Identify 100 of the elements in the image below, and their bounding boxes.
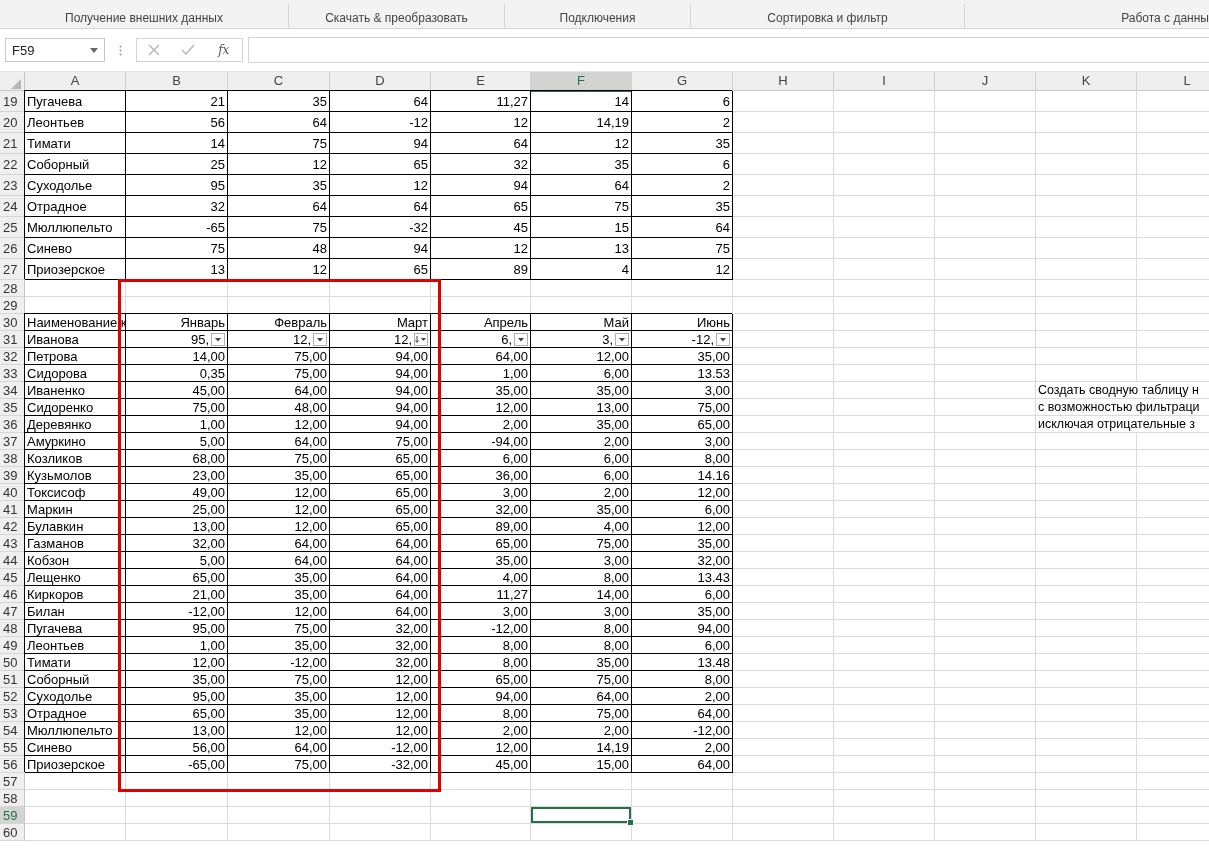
row-number[interactable]: 24 — [0, 196, 25, 217]
row-number[interactable]: 51 — [0, 671, 25, 688]
row-number[interactable]: 47 — [0, 603, 25, 620]
empty-cell[interactable] — [431, 824, 531, 841]
empty-cell[interactable] — [126, 280, 228, 297]
empty-cell[interactable] — [834, 217, 935, 238]
row-number[interactable]: 38 — [0, 450, 25, 467]
empty-cell[interactable] — [1036, 824, 1137, 841]
empty-cell[interactable] — [1036, 297, 1137, 314]
empty-cell[interactable] — [1036, 175, 1137, 196]
empty-cell[interactable] — [834, 196, 935, 217]
empty-cell[interactable] — [228, 824, 330, 841]
empty-cell[interactable] — [431, 807, 531, 824]
row-number[interactable]: 37 — [0, 433, 25, 450]
empty-cell[interactable] — [834, 671, 935, 688]
empty-cell[interactable] — [834, 586, 935, 603]
empty-cell[interactable] — [1036, 314, 1137, 331]
empty-cell[interactable] — [834, 807, 935, 824]
empty-cell[interactable] — [1036, 331, 1137, 348]
empty-cell[interactable] — [1036, 467, 1137, 484]
empty-cell[interactable] — [935, 433, 1036, 450]
empty-cell[interactable] — [733, 433, 834, 450]
empty-cell[interactable] — [935, 217, 1036, 238]
empty-cell[interactable] — [935, 399, 1036, 416]
empty-cell[interactable] — [834, 238, 935, 259]
empty-cell[interactable] — [834, 382, 935, 399]
empty-cell[interactable] — [935, 501, 1036, 518]
row-number[interactable]: 57 — [0, 773, 25, 790]
empty-cell[interactable] — [834, 552, 935, 569]
formula-input[interactable] — [248, 37, 1209, 63]
empty-cell[interactable] — [1036, 654, 1137, 671]
empty-cell[interactable] — [1036, 603, 1137, 620]
empty-cell[interactable] — [632, 824, 733, 841]
empty-cell[interactable] — [733, 756, 834, 773]
empty-cell[interactable] — [935, 154, 1036, 175]
select-all-icon[interactable] — [11, 79, 21, 89]
row-number[interactable]: 31 — [0, 331, 25, 348]
empty-cell[interactable] — [228, 280, 330, 297]
column-header[interactable]: K — [1036, 72, 1137, 92]
empty-cell[interactable] — [834, 722, 935, 739]
column-header[interactable]: B — [126, 72, 228, 92]
row-number[interactable]: 40 — [0, 484, 25, 501]
empty-cell[interactable] — [733, 484, 834, 501]
empty-cell[interactable] — [733, 280, 834, 297]
empty-cell[interactable] — [834, 654, 935, 671]
row-number[interactable]: 55 — [0, 739, 25, 756]
row-number[interactable]: 46 — [0, 586, 25, 603]
empty-cell[interactable] — [935, 790, 1036, 807]
empty-cell[interactable] — [1036, 112, 1137, 133]
empty-cell[interactable] — [431, 280, 531, 297]
empty-cell[interactable] — [834, 297, 935, 314]
column-header[interactable]: L — [1137, 72, 1209, 92]
row-number[interactable]: 25 — [0, 217, 25, 238]
empty-cell[interactable] — [1036, 807, 1137, 824]
empty-cell[interactable] — [834, 824, 935, 841]
empty-cell[interactable] — [834, 175, 935, 196]
empty-cell[interactable] — [834, 773, 935, 790]
column-header[interactable]: G — [632, 72, 733, 92]
empty-cell[interactable] — [1036, 133, 1137, 154]
row-number[interactable]: 29 — [0, 297, 25, 314]
empty-cell[interactable] — [935, 280, 1036, 297]
empty-cell[interactable] — [834, 433, 935, 450]
empty-cell[interactable] — [1036, 280, 1137, 297]
empty-cell[interactable] — [935, 297, 1036, 314]
empty-cell[interactable] — [935, 552, 1036, 569]
empty-cell[interactable] — [935, 365, 1036, 382]
cancel-icon[interactable] — [147, 44, 160, 56]
empty-cell[interactable] — [935, 705, 1036, 722]
empty-cell[interactable] — [733, 399, 834, 416]
empty-cell[interactable] — [1036, 671, 1137, 688]
empty-cell[interactable] — [733, 790, 834, 807]
empty-cell[interactable] — [935, 484, 1036, 501]
empty-cell[interactable] — [733, 450, 834, 467]
empty-cell[interactable] — [834, 603, 935, 620]
empty-cell[interactable] — [733, 620, 834, 637]
empty-cell[interactable] — [935, 518, 1036, 535]
empty-cell[interactable] — [834, 688, 935, 705]
empty-cell[interactable] — [733, 586, 834, 603]
row-number[interactable]: 48 — [0, 620, 25, 637]
empty-cell[interactable] — [632, 280, 733, 297]
empty-cell[interactable] — [1036, 217, 1137, 238]
filter-dropdown-button[interactable] — [716, 332, 730, 346]
empty-cell[interactable] — [1036, 569, 1137, 586]
empty-cell[interactable] — [834, 348, 935, 365]
empty-cell[interactable] — [733, 518, 834, 535]
empty-cell[interactable] — [935, 671, 1036, 688]
empty-cell[interactable] — [834, 620, 935, 637]
empty-cell[interactable] — [935, 824, 1036, 841]
empty-cell[interactable] — [935, 535, 1036, 552]
empty-cell[interactable] — [733, 552, 834, 569]
empty-cell[interactable] — [330, 280, 431, 297]
empty-cell[interactable] — [531, 824, 632, 841]
empty-cell[interactable] — [935, 807, 1036, 824]
empty-cell[interactable] — [733, 824, 834, 841]
row-number[interactable]: 36 — [0, 416, 25, 433]
empty-cell[interactable] — [1036, 154, 1137, 175]
empty-cell[interactable] — [935, 722, 1036, 739]
empty-cell[interactable] — [228, 790, 330, 807]
empty-cell[interactable] — [733, 535, 834, 552]
empty-cell[interactable] — [733, 112, 834, 133]
